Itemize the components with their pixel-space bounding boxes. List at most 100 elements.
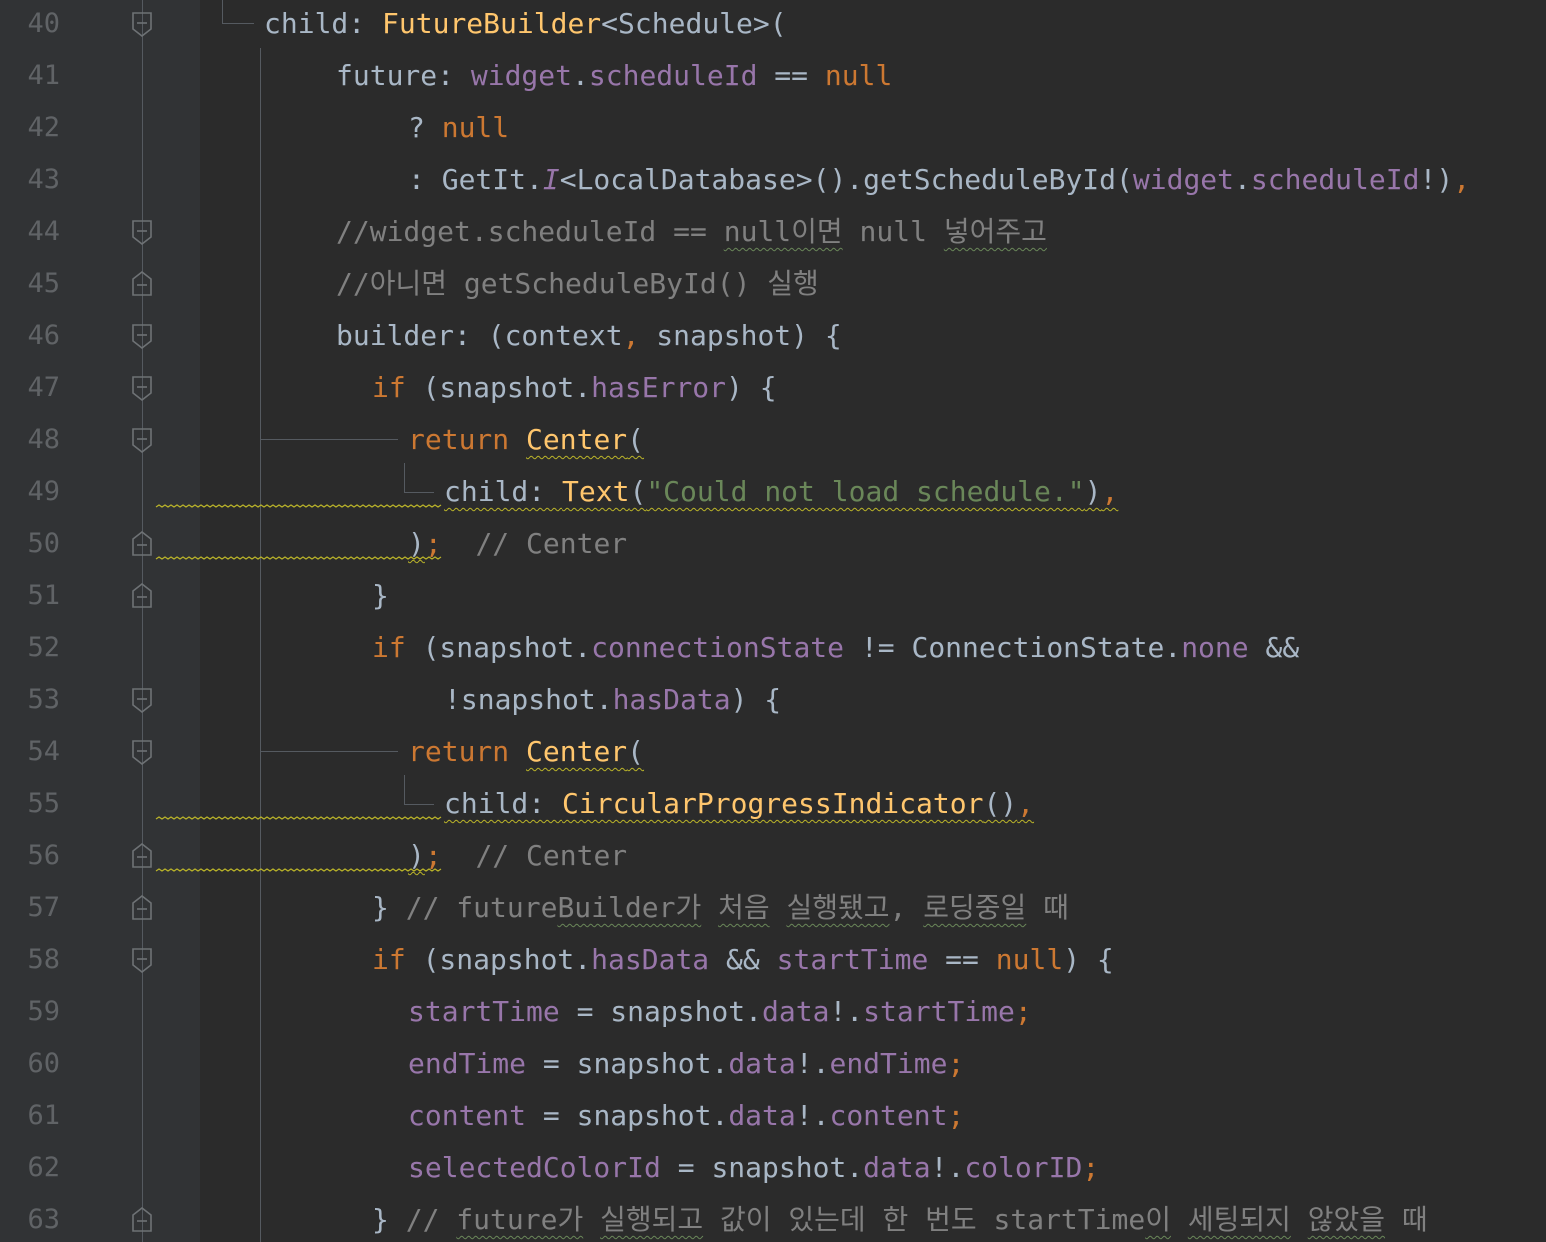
code-text[interactable]: ); // Center [408, 830, 627, 882]
code-token: content [408, 1099, 527, 1132]
code-text[interactable]: } // futureBuilder가 처음 실행됐고, 로딩중일 때 [372, 882, 1069, 934]
code-line[interactable]: 56 ); // Center [0, 830, 1546, 882]
code-token: hasError [591, 371, 727, 404]
fold-end-icon[interactable] [131, 271, 153, 297]
code-line[interactable]: 44 //widget.scheduleId == null이면 null 넣어주… [0, 206, 1546, 258]
line-number: 62 [27, 1152, 60, 1183]
code-token: future: [336, 59, 471, 92]
code-text[interactable]: } // future가 실행되고 값이 있는데 한 번도 startTime이… [372, 1194, 1428, 1242]
fold-end-icon[interactable] [131, 843, 153, 869]
code-line[interactable]: 54 return Center( [0, 726, 1546, 778]
code-line[interactable]: 63 } // future가 실행되고 값이 있는데 한 번도 startTim… [0, 1194, 1546, 1242]
code-line[interactable]: 43: GetIt.I<LocalDatabase>().getSchedule… [0, 154, 1546, 206]
code-token: selectedColorId [408, 1151, 661, 1184]
code-text[interactable]: child: Text("Could not load schedule."), [444, 466, 1118, 518]
line-number: 56 [27, 840, 60, 871]
code-token: ) { [726, 371, 777, 404]
code-text[interactable]: if (snapshot.hasError) { [372, 362, 777, 414]
code-text[interactable]: if (snapshot.hasData && startTime == nul… [372, 934, 1114, 986]
code-text[interactable]: !snapshot.hasData) { [444, 674, 781, 726]
code-line[interactable]: 59 startTime = snapshot.data!.startTime; [0, 986, 1546, 1038]
code-token: return [408, 735, 527, 768]
code-token: Text [562, 475, 630, 508]
fold-start-icon[interactable] [131, 11, 153, 37]
fold-end-icon[interactable] [131, 531, 153, 557]
code-line[interactable]: 60 endTime = snapshot.data!.endTime; [0, 1038, 1546, 1090]
code-text[interactable]: child: FutureBuilder<Schedule>( [264, 0, 787, 50]
code-line[interactable]: 61 content = snapshot.data!.content; [0, 1090, 1546, 1142]
code-token: Center [526, 423, 628, 456]
code-line[interactable]: 47 if (snapshot.hasError) { [0, 362, 1546, 414]
fold-end-icon[interactable] [131, 895, 153, 921]
fold-start-icon[interactable] [131, 947, 153, 973]
code-token: snapshot) { [639, 319, 842, 352]
code-token: (snapshot. [405, 631, 592, 664]
code-token: ; [424, 527, 442, 560]
code-token: () [983, 787, 1018, 820]
code-text[interactable]: : GetIt.I<LocalDatabase>().getScheduleBy… [408, 154, 1470, 206]
code-token: startTime [408, 995, 560, 1028]
code-text[interactable]: } [372, 570, 389, 622]
code-line[interactable]: 40 child: FutureBuilder<Schedule>( [0, 0, 1546, 50]
code-token: child: [444, 475, 563, 508]
code-token: ) { [1063, 943, 1114, 976]
code-token: data [863, 1151, 931, 1184]
code-line[interactable]: 42? null [0, 102, 1546, 154]
fold-end-icon[interactable] [131, 583, 153, 609]
code-line[interactable]: 53 !snapshot.hasData) { [0, 674, 1546, 726]
code-token: ) [408, 839, 425, 872]
code-text[interactable]: ); // Center [408, 518, 627, 570]
fold-start-icon[interactable] [131, 323, 153, 349]
code-token: !) [1419, 163, 1454, 196]
code-line[interactable]: 51} [0, 570, 1546, 622]
line-number: 63 [27, 1204, 60, 1235]
code-text[interactable]: selectedColorId = snapshot.data!.colorID… [408, 1142, 1099, 1194]
code-text[interactable]: endTime = snapshot.data!.endTime; [408, 1038, 964, 1090]
code-text[interactable]: startTime = snapshot.data!.startTime; [408, 986, 1032, 1038]
code-text[interactable]: builder: (context, snapshot) { [336, 310, 842, 362]
code-line[interactable]: 52 if (snapshot.connectionState != Connec… [0, 622, 1546, 674]
code-token: 세팅되지 [1187, 1203, 1291, 1236]
code-token: : GetIt. [408, 163, 543, 196]
code-line[interactable]: 58 if (snapshot.hasData && startTime == n… [0, 934, 1546, 986]
code-token: !. [829, 995, 864, 1028]
code-text[interactable]: //아니면 getScheduleById() 실행 [336, 258, 819, 310]
fold-start-icon[interactable] [131, 219, 153, 245]
code-line[interactable]: 49 child: Text("Could not load schedule."… [0, 466, 1546, 518]
code-text[interactable]: if (snapshot.connectionState != Connecti… [372, 622, 1299, 674]
code-line[interactable]: 50); // Center [0, 518, 1546, 570]
code-token: == [928, 943, 996, 976]
code-line[interactable]: 57} // futureBuilder가 처음 실행됐고, 로딩중일 때 [0, 882, 1546, 934]
fold-start-icon[interactable] [131, 427, 153, 453]
fold-start-icon[interactable] [131, 739, 153, 765]
code-line[interactable]: 62 selectedColorId = snapshot.data!.color… [0, 1142, 1546, 1194]
code-token: ? [408, 111, 442, 144]
code-token: data [728, 1099, 796, 1132]
code-token: == [757, 59, 825, 92]
fold-start-icon[interactable] [131, 375, 153, 401]
code-line[interactable]: 45 //아니면 getScheduleById() 실행 [0, 258, 1546, 310]
code-token: ) { [730, 683, 782, 716]
code-token: 값이 있는데 한 번도 startTime [703, 1203, 1146, 1236]
code-text[interactable]: content = snapshot.data!.content; [408, 1090, 964, 1142]
code-line[interactable]: 48 return Center( [0, 414, 1546, 466]
code-text[interactable]: future: widget.scheduleId == null [336, 50, 892, 102]
code-text[interactable]: child: CircularProgressIndicator(), [444, 778, 1034, 830]
code-editor[interactable]: 40 child: FutureBuilder<Schedule>(41 futur… [0, 0, 1546, 1242]
code-text[interactable]: //widget.scheduleId == null이면 null 넣어주고 [336, 206, 1047, 258]
code-text[interactable]: return Center( [408, 726, 644, 778]
code-text[interactable]: return Center( [408, 414, 644, 466]
code-line[interactable]: 55 child: CircularProgressIndicator(), [0, 778, 1546, 830]
code-line[interactable]: 46 builder: (context, snapshot) { [0, 310, 1546, 362]
code-token: hasData [591, 943, 710, 976]
code-line[interactable]: 41 future: widget.scheduleId == null [0, 50, 1546, 102]
fold-end-icon[interactable] [131, 1207, 153, 1233]
code-token: } [372, 1203, 406, 1236]
code-text[interactable]: ? null [408, 102, 509, 154]
code-token: ( [629, 475, 647, 508]
fold-start-icon[interactable] [131, 687, 153, 713]
code-token: ; [1014, 995, 1032, 1028]
